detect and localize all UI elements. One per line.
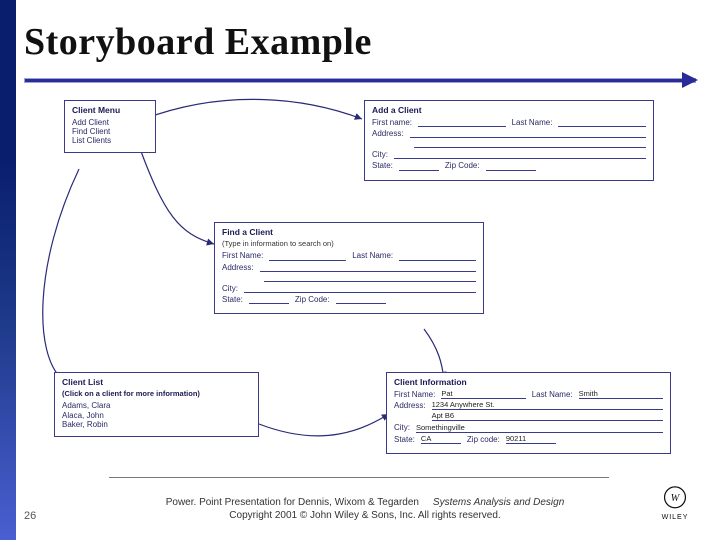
frame-header: Client Menu xyxy=(72,106,148,116)
wiley-icon: W WILEY xyxy=(656,484,694,522)
blank-line xyxy=(394,151,646,159)
frame-header: Client List xyxy=(62,378,251,388)
blank-line xyxy=(269,253,346,261)
list-item: Adams, Clara xyxy=(62,401,251,410)
label-last-name: Last Name: xyxy=(352,251,393,260)
menu-item: Add Client xyxy=(72,118,148,127)
label-state: State: xyxy=(222,295,243,304)
slide-footer: 26 Power. Point Presentation for Dennis,… xyxy=(24,477,694,522)
value-address1: 1234 Anywhere St. xyxy=(432,401,663,410)
label-zip: Zip code: xyxy=(467,435,500,444)
frame-header: Client Information xyxy=(394,378,663,388)
blank-line xyxy=(399,163,439,171)
label-last-name: Last Name: xyxy=(532,390,573,399)
blank-line xyxy=(558,119,646,127)
value-zip: 90211 xyxy=(506,435,556,444)
page-number: 26 xyxy=(24,510,74,522)
blank-line xyxy=(410,130,646,138)
slide-title: Storyboard Example xyxy=(24,20,372,64)
arrow-right-icon xyxy=(682,72,698,88)
label-city: City: xyxy=(222,284,238,293)
blank-line xyxy=(336,296,386,304)
label-first-name: First Name: xyxy=(222,251,263,260)
blank-line xyxy=(244,285,476,293)
label-city: City: xyxy=(394,423,410,432)
frame-hint: (Type in information to search on) xyxy=(222,240,476,249)
label-city: City: xyxy=(372,150,388,159)
footer-credit: Power. Point Presentation for Dennis, Wi… xyxy=(166,497,419,508)
frame-header: Add a Client xyxy=(372,106,646,116)
label-first-name: First Name: xyxy=(394,390,435,399)
value-state: CA xyxy=(421,435,461,444)
footer-rule xyxy=(109,477,609,478)
footer-copyright: Copyright 2001 © John Wiley & Sons, Inc.… xyxy=(229,510,500,521)
label-first-name: First name: xyxy=(372,118,412,127)
label-zip: Zip Code: xyxy=(445,161,480,170)
value-city: Somethingville xyxy=(416,424,663,433)
label-address: Address: xyxy=(372,129,404,138)
value-address2: Apt B6 xyxy=(432,412,663,421)
label-zip: Zip Code: xyxy=(295,295,330,304)
footer-text: Power. Point Presentation for Dennis, Wi… xyxy=(74,497,656,522)
blank-line xyxy=(486,163,536,171)
frame-find-client: Find a Client (Type in information to se… xyxy=(214,222,484,314)
storyboard-canvas: Client Menu Add Client Find Client List … xyxy=(24,94,696,464)
svg-text:W: W xyxy=(671,493,681,504)
label-last-name: Last Name: xyxy=(512,118,553,127)
frame-add-client: Add a Client First name: Last Name: Addr… xyxy=(364,100,654,181)
list-item: Alaca, John xyxy=(62,411,251,420)
blank-line xyxy=(414,140,646,148)
label-state: State: xyxy=(372,161,393,170)
frame-client-menu: Client Menu Add Client Find Client List … xyxy=(64,100,156,153)
value-last-name: Smith xyxy=(579,390,663,399)
blank-line xyxy=(260,264,476,272)
blank-line xyxy=(399,253,476,261)
frame-client-list: Client List (Click on a client for more … xyxy=(54,372,259,437)
list-item: Baker, Robin xyxy=(62,420,251,429)
publisher-logo: W WILEY xyxy=(656,484,694,522)
label-address: Address: xyxy=(394,401,426,410)
title-underline xyxy=(24,76,696,84)
blank-line xyxy=(264,274,476,282)
blank-line xyxy=(418,119,506,127)
menu-item: Find Client xyxy=(72,127,148,136)
menu-item: List Clients xyxy=(72,136,148,145)
value-first-name: Pat xyxy=(441,390,525,399)
label-state: State: xyxy=(394,435,415,444)
label-address: Address: xyxy=(222,263,254,272)
frame-hint: (Click on a client for more information) xyxy=(62,390,251,399)
frame-client-info: Client Information First Name: Pat Last N… xyxy=(386,372,671,454)
footer-book-title: Systems Analysis and Design xyxy=(433,497,564,508)
frame-header: Find a Client xyxy=(222,228,476,238)
svg-text:WILEY: WILEY xyxy=(662,513,689,521)
blank-line xyxy=(249,296,289,304)
slide-accent-strip xyxy=(0,0,16,540)
